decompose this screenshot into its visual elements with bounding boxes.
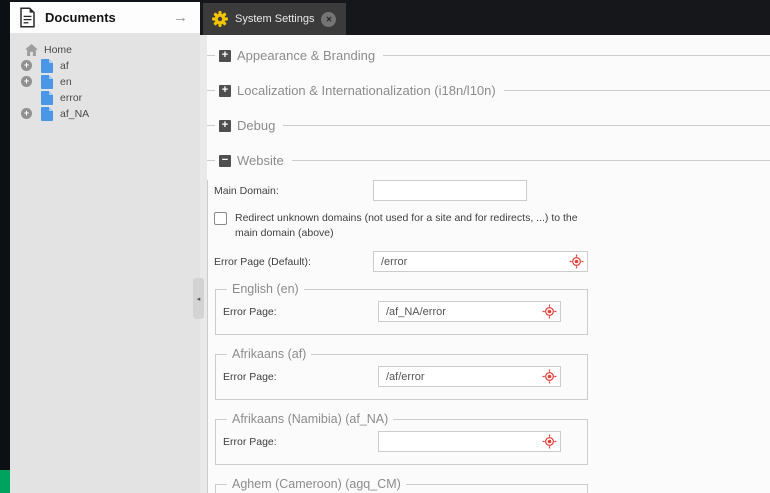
tree-item-error[interactable]: error	[10, 90, 200, 105]
gear-icon	[212, 11, 228, 27]
locale-fieldset-af: Afrikaans (af) Error Page:	[215, 347, 588, 400]
tree-item-af[interactable]: + af	[10, 58, 200, 73]
section-appearance-branding[interactable]: + Appearance & Branding	[207, 38, 770, 73]
tree-item-label: af	[60, 60, 69, 72]
error-page-default-label: Error Page (Default):	[213, 256, 373, 268]
main-domain-label: Main Domain:	[213, 185, 373, 197]
expand-section-icon[interactable]: +	[219, 85, 231, 97]
redirect-label-line1: Redirect unknown domains (not used for a…	[235, 212, 578, 224]
tree-item-label: af_NA	[60, 108, 89, 120]
redirect-checkbox-row: Redirect unknown domains (not used for a…	[213, 211, 770, 241]
file-icon	[41, 59, 53, 73]
expand-plus-icon[interactable]: +	[21, 60, 32, 71]
status-indicator	[0, 470, 10, 493]
sidebar-collapse-arrow-icon[interactable]: →	[173, 9, 188, 26]
tree-item-af_NA[interactable]: + af_NA	[10, 106, 200, 121]
expand-section-icon[interactable]: +	[219, 50, 231, 62]
tree-item-home[interactable]: Home	[10, 42, 200, 57]
locale-fieldset-en: English (en) Error Page:	[215, 282, 588, 335]
legend-line	[283, 125, 770, 126]
section-debug[interactable]: + Debug	[207, 108, 770, 143]
expand-section-icon[interactable]: +	[219, 120, 231, 132]
locale-legend: Afrikaans (af)	[227, 347, 311, 361]
error-page-label: Error Page:	[223, 371, 378, 383]
document-icon	[19, 7, 36, 28]
legend-line	[504, 90, 770, 91]
locale-legend: Aghem (Cameroon) (agq_CM)	[227, 477, 406, 491]
main-domain-row: Main Domain:	[213, 180, 770, 201]
main-domain-input[interactable]	[373, 180, 527, 201]
section-localization[interactable]: + Localization & Internationalization (i…	[207, 73, 770, 108]
app-window: Documents → Home +	[0, 0, 770, 493]
sidebar-title: Documents	[45, 10, 164, 25]
tree-item-label: error	[60, 92, 82, 104]
error-page-input-af[interactable]	[378, 366, 561, 387]
file-icon	[41, 107, 53, 121]
locale-fieldset-agq_CM: Aghem (Cameroon) (agq_CM) Error Page:	[215, 477, 588, 493]
document-tree: Home + af +	[10, 33, 200, 121]
legend-dash	[207, 160, 215, 161]
website-section-body: Main Domain: Redirect unknown domains (n…	[207, 180, 770, 493]
page-picker-target-icon[interactable]	[542, 369, 557, 384]
redirect-checkbox-label: Redirect unknown domains (not used for a…	[235, 211, 578, 241]
settings-panel: + Appearance & Branding + Localization &…	[207, 35, 770, 493]
error-page-default-input[interactable]	[373, 251, 588, 272]
file-icon	[41, 75, 53, 89]
legend-dash	[207, 90, 215, 91]
error-page-input-en[interactable]	[378, 301, 561, 322]
error-page-input-af_NA[interactable]	[378, 431, 561, 452]
error-page-label: Error Page:	[223, 436, 378, 448]
tab-bar: System Settings ✕	[200, 0, 770, 35]
collapse-section-icon[interactable]: −	[219, 155, 231, 167]
tree-item-label: en	[60, 76, 72, 88]
locale-fieldset-af_NA: Afrikaans (Namibia) (af_NA) Error Page:	[215, 412, 588, 465]
left-toolbar-rail	[0, 0, 10, 493]
home-icon	[25, 44, 38, 56]
locale-legend: English (en)	[227, 282, 304, 296]
tree-item-en[interactable]: + en	[10, 74, 200, 89]
expander-spacer	[21, 92, 32, 103]
legend-line	[292, 160, 770, 161]
section-title: Localization & Internationalization (i18…	[237, 83, 496, 98]
page-picker-target-icon[interactable]	[569, 254, 584, 269]
tab-close-icon[interactable]: ✕	[321, 12, 336, 27]
tree-item-label: Home	[44, 44, 72, 56]
file-icon	[41, 91, 53, 105]
legend-line	[383, 55, 770, 56]
section-title: Debug	[237, 118, 275, 133]
redirect-checkbox[interactable]	[214, 212, 227, 225]
redirect-label-line2: main domain (above)	[235, 227, 334, 239]
error-page-default-row: Error Page (Default):	[213, 251, 770, 272]
tab-system-settings[interactable]: System Settings ✕	[203, 3, 346, 35]
sidebar-content-gutter	[200, 35, 207, 493]
legend-dash	[207, 55, 215, 56]
expand-plus-icon[interactable]: +	[21, 76, 32, 87]
expand-plus-icon[interactable]: +	[21, 108, 32, 119]
sidebar-header: Documents →	[10, 2, 200, 33]
section-website[interactable]: − Website	[207, 143, 770, 178]
section-title: Website	[237, 153, 284, 168]
section-title: Appearance & Branding	[237, 48, 375, 63]
page-picker-target-icon[interactable]	[542, 434, 557, 449]
sidebar-collapse-handle[interactable]: ◂	[193, 278, 204, 319]
legend-dash	[207, 125, 215, 126]
locale-legend: Afrikaans (Namibia) (af_NA)	[227, 412, 393, 426]
error-page-label: Error Page:	[223, 306, 378, 318]
page-picker-target-icon[interactable]	[542, 304, 557, 319]
tab-label: System Settings	[235, 13, 314, 25]
documents-sidebar: Documents → Home +	[10, 2, 200, 493]
